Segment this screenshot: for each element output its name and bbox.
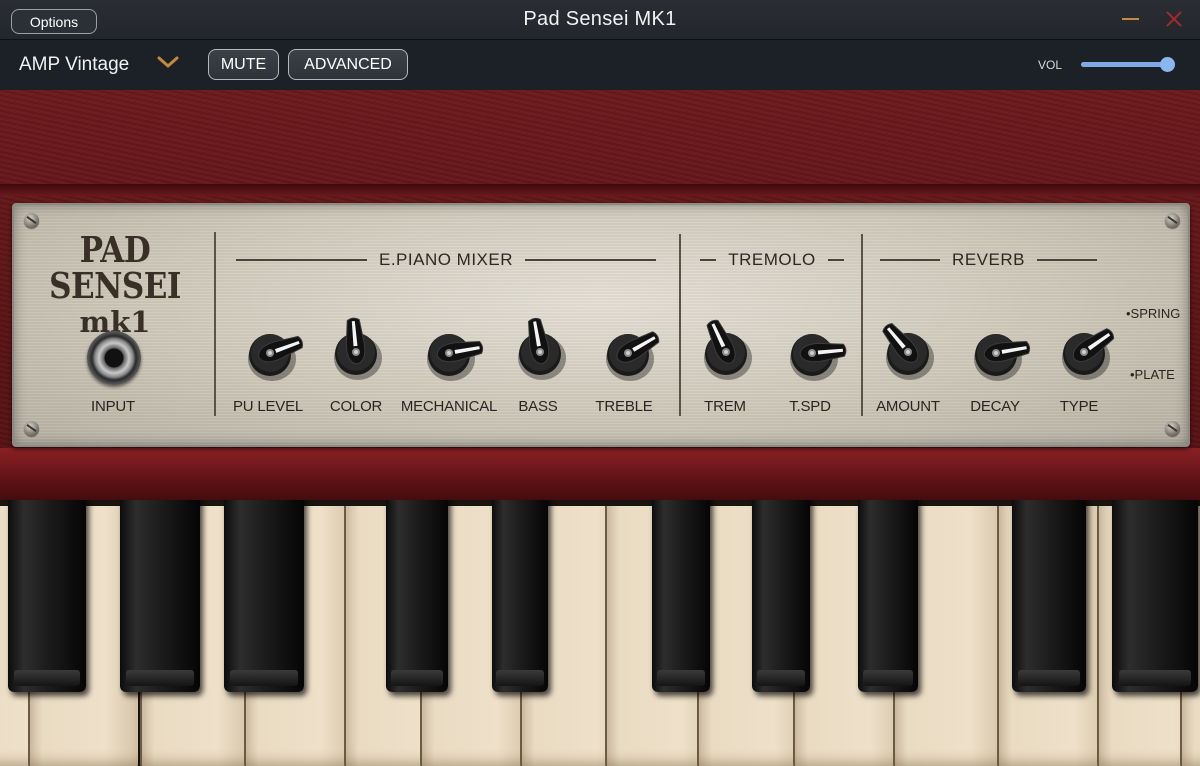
section-heading-label: REVERB <box>952 250 1025 269</box>
black-key[interactable] <box>1112 500 1198 692</box>
pu-level-knob[interactable] <box>232 315 308 391</box>
black-key[interactable] <box>492 500 548 692</box>
reverb-type-plate[interactable]: •PLATE <box>1130 367 1175 382</box>
t-spd-label: T.SPD <box>789 398 831 415</box>
black-key[interactable] <box>120 500 200 692</box>
section-divider <box>861 234 863 416</box>
cabinet-key-rail <box>0 448 1200 508</box>
knob-icon <box>248 334 304 381</box>
logo-title: PAD SENSEI <box>49 229 181 307</box>
reverb-type-spring[interactable]: •SPRING <box>1126 306 1180 321</box>
treble-knob[interactable] <box>590 315 666 391</box>
volume-label: VOL <box>1038 58 1063 72</box>
screw-icon <box>24 213 39 228</box>
knob-icon <box>974 334 1031 381</box>
type-label: TYPE <box>1059 398 1099 415</box>
black-key[interactable] <box>652 500 710 692</box>
volume-slider-thumb[interactable] <box>1160 57 1175 72</box>
knob-icon <box>334 317 382 380</box>
knob-icon <box>790 334 847 381</box>
black-key[interactable] <box>752 500 810 692</box>
section-heading-label: TREMOLO <box>728 250 816 269</box>
product-logo: PAD SENSEI mk1 <box>32 233 198 337</box>
piano-keyboard <box>0 500 1200 766</box>
advanced-button[interactable]: ADVANCED <box>288 49 408 80</box>
black-key[interactable] <box>1012 500 1086 692</box>
black-key[interactable] <box>224 500 304 692</box>
decay-knob[interactable] <box>958 315 1034 391</box>
mute-button[interactable]: MUTE <box>208 49 279 80</box>
section-heading-tremolo: TREMOLO <box>700 250 844 270</box>
treble-label: TREBLE <box>595 398 653 415</box>
volume-fill <box>1081 62 1167 67</box>
section-heading-reverb: REVERB <box>880 250 1098 270</box>
input-label: INPUT <box>90 398 135 415</box>
knob-icon <box>882 323 934 380</box>
knob-icon <box>518 317 566 380</box>
section-divider <box>214 232 216 416</box>
section-heading-mixer: E.PIANO MIXER <box>236 250 656 270</box>
black-key[interactable] <box>858 500 918 692</box>
trem-knob[interactable] <box>688 314 764 390</box>
type-knob[interactable] <box>1046 314 1122 390</box>
chevron-down-icon[interactable] <box>157 55 179 69</box>
black-key[interactable] <box>386 500 448 692</box>
minimize-icon[interactable] <box>1122 18 1139 20</box>
black-key[interactable] <box>8 500 86 692</box>
bass-knob[interactable] <box>502 314 578 390</box>
knob-icon <box>704 319 752 380</box>
amount-knob[interactable] <box>870 314 946 390</box>
volume-slider[interactable] <box>1081 57 1175 72</box>
input-jack[interactable] <box>87 331 141 385</box>
section-heading-label: E.PIANO MIXER <box>378 250 514 269</box>
screw-icon <box>1165 421 1180 436</box>
knob-icon <box>427 334 484 381</box>
cabinet-lip <box>0 184 1200 196</box>
color-knob[interactable] <box>318 314 394 390</box>
preset-name[interactable]: AMP Vintage <box>19 54 129 76</box>
screw-icon <box>1165 213 1180 228</box>
t-spd-knob[interactable] <box>774 315 850 391</box>
knob-icon <box>606 331 660 381</box>
knob-icon <box>1062 328 1115 380</box>
close-icon[interactable] <box>1163 8 1185 30</box>
window-title: Pad Sensei MK1 <box>523 8 677 30</box>
title-bar: Options Pad Sensei MK1 <box>0 0 1200 40</box>
toolbar: AMP Vintage MUTE ADVANCED VOL <box>0 40 1200 90</box>
screw-icon <box>24 421 39 436</box>
section-divider <box>679 234 681 416</box>
mechanical-knob[interactable] <box>411 315 487 391</box>
